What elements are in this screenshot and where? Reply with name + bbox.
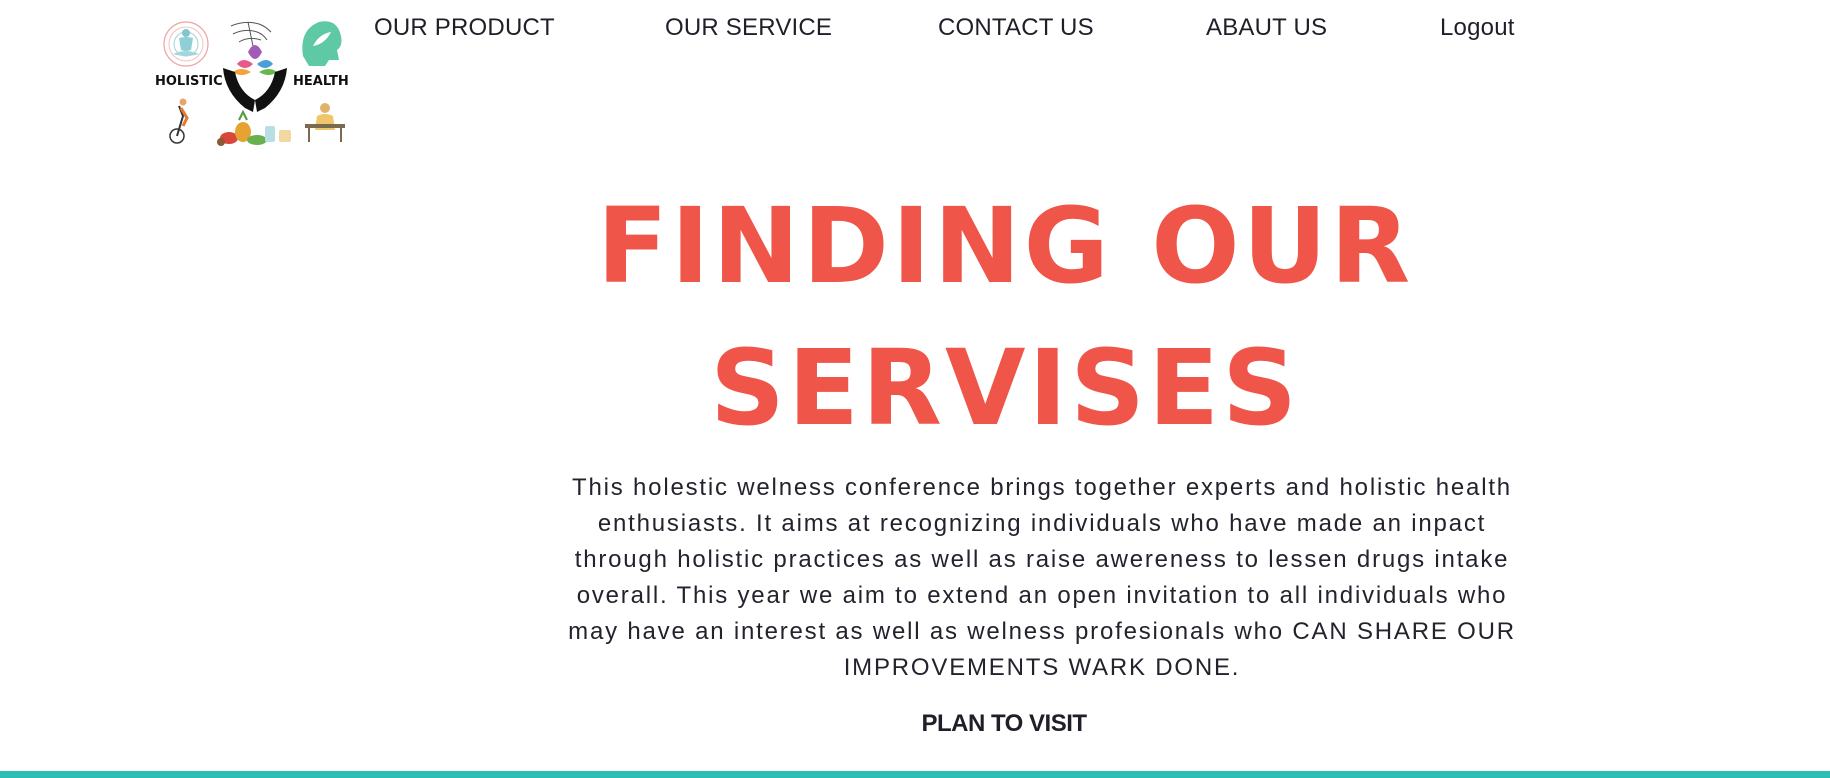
hero-title-line-2: SERVISES <box>709 327 1301 449</box>
hero-description: This holestic welness conference brings … <box>568 474 1516 681</box>
main-nav: OUR PRODUCT OUR SERVICE CONTACT US ABAUT… <box>0 14 1830 48</box>
nav-our-service[interactable]: OUR SERVICE <box>665 14 832 42</box>
bottom-accent-bar <box>0 771 1830 778</box>
hero-title-line-1: FINDING OUR <box>596 185 1414 307</box>
lotus-hands-icon <box>223 45 287 112</box>
nav-about-us[interactable]: ABAUT US <box>1206 14 1327 42</box>
cyclist-icon <box>169 98 189 144</box>
nav-logout[interactable]: Logout <box>1440 14 1515 42</box>
plan-to-visit-link[interactable]: PLAN TO VISIT <box>0 710 1830 738</box>
person-laptop-icon <box>305 103 345 142</box>
logo-right-label: HEALTH <box>293 74 349 89</box>
nav-our-product[interactable]: OUR PRODUCT <box>374 14 555 42</box>
hero-title: FINDING OUR SERVISES <box>415 175 1595 459</box>
nav-contact-us[interactable]: CONTACT US <box>938 14 1094 42</box>
healthy-food-icon <box>217 109 291 146</box>
logo-left-label: HOLISTIC <box>155 74 223 89</box>
page: HOLISTIC HEALTH OUR PRODUCT OUR SERVICE … <box>0 0 1830 778</box>
